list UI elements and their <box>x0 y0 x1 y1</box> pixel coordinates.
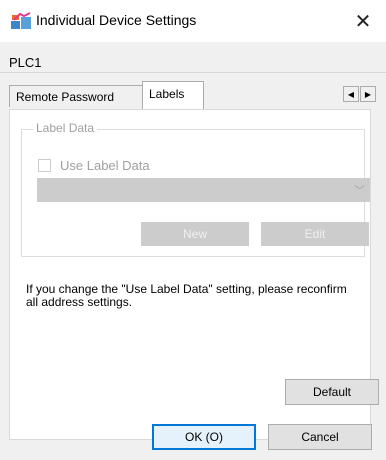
info-text: If you change the "Use Label Data" setti… <box>26 282 347 309</box>
tab-labels[interactable]: Labels <box>142 81 204 109</box>
tab-remote-password[interactable]: Remote Password <box>9 85 143 107</box>
default-button[interactable]: Default <box>285 379 379 405</box>
new-button[interactable]: New <box>141 222 249 246</box>
tab-scroll-right-button[interactable]: ▶ <box>360 86 376 102</box>
tab-strip: Remote Password Labels ◀ ▶ <box>9 80 379 110</box>
ok-button[interactable]: OK (O) <box>152 424 256 450</box>
device-name: PLC1 <box>9 55 42 70</box>
use-label-data-label: Use Label Data <box>60 158 150 173</box>
label-data-combo[interactable]: ﹀ <box>37 178 370 202</box>
use-label-data-checkbox[interactable] <box>38 159 51 172</box>
chevron-down-icon: ﹀ <box>354 185 365 197</box>
window-title: Individual Device Settings <box>36 12 197 28</box>
close-icon: ✕ <box>354 10 372 33</box>
app-icon <box>11 12 31 29</box>
divider <box>0 72 386 73</box>
title-bar: Individual Device Settings ✕ <box>0 0 386 42</box>
tab-scroll-left-button[interactable]: ◀ <box>343 86 359 102</box>
edit-button[interactable]: Edit <box>261 222 369 246</box>
arrow-right-icon: ▶ <box>364 89 372 99</box>
close-button[interactable]: ✕ <box>340 0 386 42</box>
label-data-group-title: Label Data <box>33 121 98 135</box>
arrow-left-icon: ◀ <box>347 89 355 99</box>
cancel-button[interactable]: Cancel <box>268 424 372 450</box>
